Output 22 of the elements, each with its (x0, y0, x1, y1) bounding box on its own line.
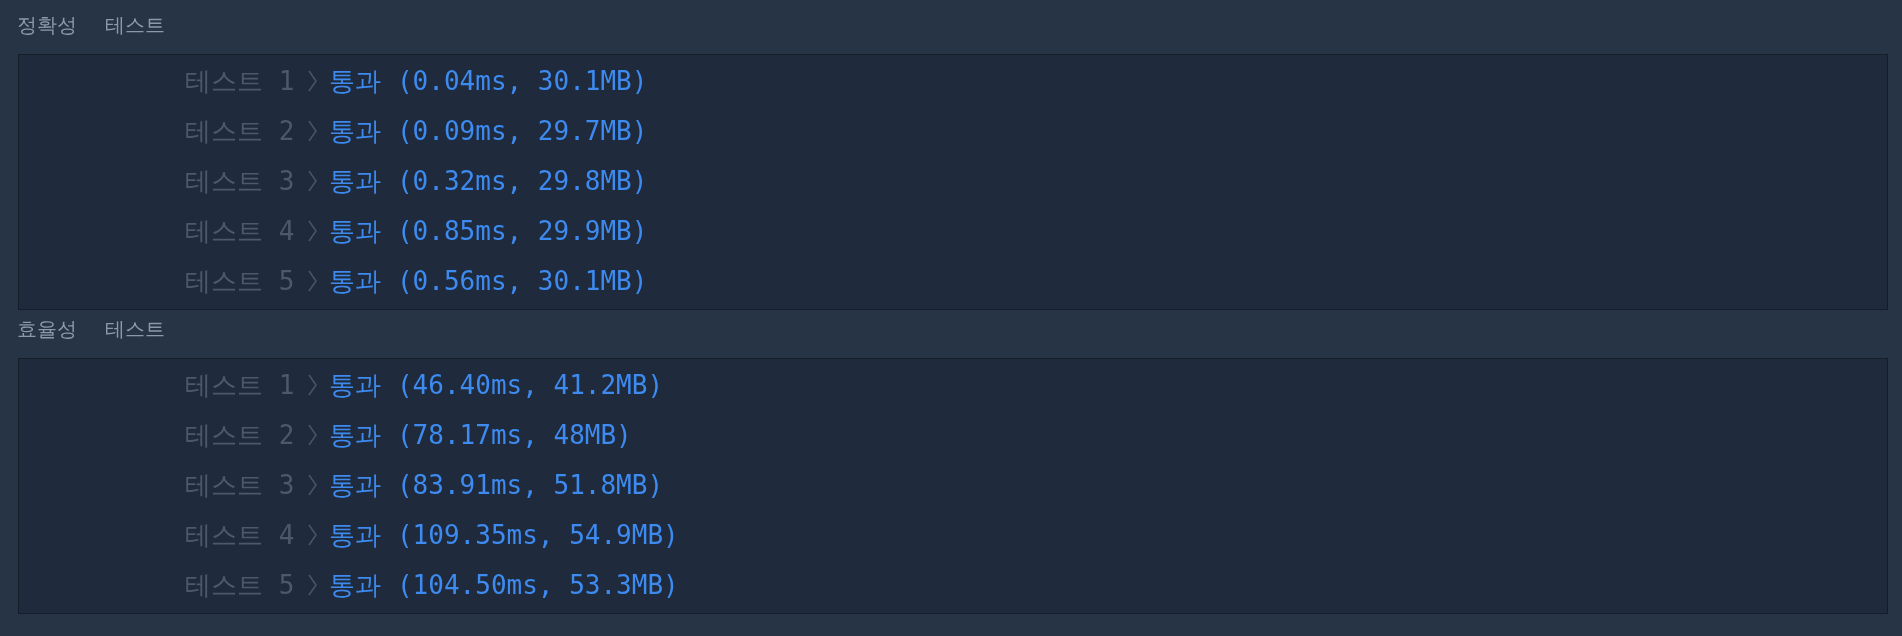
section-title: 정확성 테스트 (17, 12, 166, 39)
test-result: 통과 (46.40ms, 41.2MB) (329, 368, 664, 402)
test-result: 통과 (0.56ms, 30.1MB) (329, 264, 648, 298)
test-result: 통과 (104.50ms, 53.3MB) (329, 568, 679, 602)
test-result: 통과 (0.04ms, 30.1MB) (329, 64, 648, 98)
test-result: 통과 (0.09ms, 29.7MB) (329, 114, 648, 148)
test-result: 통과 (0.85ms, 29.9MB) (329, 214, 648, 248)
test-result: 통과 (78.17ms, 48MB) (329, 418, 632, 452)
chevron-icon (308, 474, 318, 496)
chevron-icon (308, 70, 318, 92)
chevron-icon (308, 120, 318, 142)
test-result: 통과 (109.35ms, 54.9MB) (329, 518, 679, 552)
chevron-icon (308, 424, 318, 446)
chevron-icon (308, 170, 318, 192)
test-result: 통과 (0.32ms, 29.8MB) (329, 164, 648, 198)
chevron-icon (308, 374, 318, 396)
chevron-icon (308, 220, 318, 242)
test-result: 통과 (83.91ms, 51.8MB) (329, 468, 664, 502)
chevron-icon (308, 270, 318, 292)
section-title: 효율성 테스트 (17, 316, 166, 343)
chevron-icon (308, 574, 318, 596)
chevron-icon (308, 524, 318, 546)
